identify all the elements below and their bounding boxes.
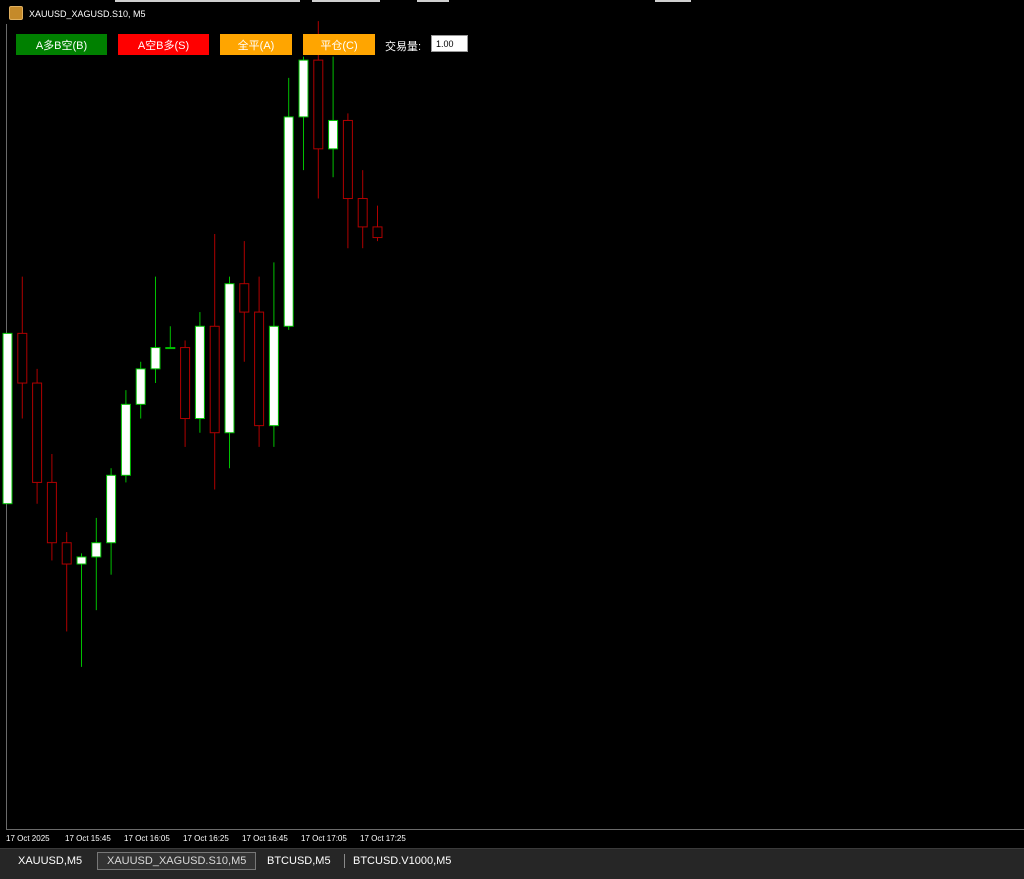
candle-body-bullish <box>328 119 339 150</box>
sell-a-buy-b-button[interactable]: A空B多(S) <box>118 34 209 55</box>
x-tick-label: 17 Oct 15:45 <box>65 834 111 843</box>
lot-size-input[interactable] <box>431 35 468 52</box>
candlestick-chart[interactable] <box>0 0 1024 830</box>
x-tick-label: 17 Oct 16:05 <box>124 834 170 843</box>
buy-a-sell-b-button[interactable]: A多B空(B) <box>16 34 107 55</box>
candle-body-bearish <box>372 226 383 239</box>
candle-body-bullish <box>106 474 117 544</box>
candle-body-bullish <box>120 403 131 476</box>
close-all-button[interactable]: 全平(A) <box>220 34 292 55</box>
candle-body-bearish <box>342 119 353 200</box>
candle-body-bearish <box>46 481 57 544</box>
candle-body-bearish <box>17 332 28 384</box>
candle-body-bullish <box>224 283 235 434</box>
chart-tab-bar: XAUUSD,M5 XAUUSD_XAGUSD.S10,M5 BTCUSD,M5… <box>0 848 1024 879</box>
candle-body-bullish <box>268 325 279 427</box>
x-tick-label: 17 Oct 17:05 <box>301 834 347 843</box>
tab-btcusd-v1000-m5[interactable]: BTCUSD.V1000,M5 <box>344 852 460 870</box>
candle-body-bearish <box>180 347 191 420</box>
candle-body-bearish <box>239 283 250 313</box>
x-tick-label: 17 Oct 2025 <box>6 834 50 843</box>
lot-size-label: 交易量: <box>385 41 422 53</box>
tab-xauusd-xagusd-s10-m5[interactable]: XAUUSD_XAGUSD.S10,M5 <box>97 852 257 870</box>
candle-body-bullish <box>150 347 161 370</box>
candle-body-bullish <box>283 116 294 327</box>
candle-body-bearish <box>61 542 72 565</box>
close-position-button[interactable]: 平仓(C) <box>303 34 375 55</box>
x-tick-label: 17 Oct 17:25 <box>360 834 406 843</box>
candle-body-bearish <box>357 198 368 228</box>
candle-body-bullish <box>2 332 13 505</box>
candle-body-bullish <box>135 368 146 405</box>
candle-body-bullish <box>165 347 176 350</box>
x-tick-label: 17 Oct 16:25 <box>183 834 229 843</box>
candle-body-bullish <box>298 59 309 118</box>
candle-body-bearish <box>32 382 43 483</box>
candle-body-bullish <box>194 325 205 420</box>
x-tick-label: 17 Oct 16:45 <box>242 834 288 843</box>
candle-body-bearish <box>313 59 324 150</box>
candle-body-bearish <box>254 311 265 427</box>
tab-xauusd-m5[interactable]: XAUUSD,M5 <box>9 852 91 870</box>
candle-body-bullish <box>91 542 102 558</box>
tab-btcusd-m5[interactable]: BTCUSD,M5 <box>258 852 340 870</box>
candle-body-bearish <box>209 325 220 434</box>
candle-body-bullish <box>76 556 87 565</box>
